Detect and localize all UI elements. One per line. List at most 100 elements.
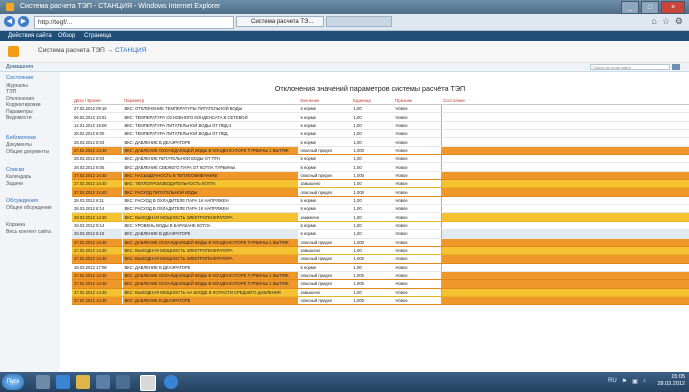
table-row[interactable]: 28.03.2012 8:14 ВКС: РАСХОД В ОХЛАДИТЕЛЕ … <box>72 204 689 214</box>
app-icon[interactable] <box>116 375 130 389</box>
table-cell[interactable]: ВКС: ВЫХОДНАЯ МОЩНОСТЬ ЭЛЕКТРОГЕНЕРАТОРА <box>122 254 299 264</box>
sidebar-item[interactable]: Календарь <box>6 174 31 180</box>
sidebar-item[interactable]: Общее обсуждение <box>6 205 52 211</box>
table-cell[interactable]: ВКС: ДАВЛЕНИЕ В ДЕАЭРАТОРЕ <box>122 263 299 272</box>
sidebar-heading[interactable]: Обсуждения <box>6 198 38 204</box>
maximize-button[interactable]: □ <box>641 1 659 14</box>
table-row[interactable]: 27.02.2012 14:40 ВКС: ДАВЛЕНИЕ ОХЛАЖДАЮЩЕ… <box>72 271 689 281</box>
table-row[interactable]: 27.02.2012 14:40 ВКС: ВЫХОДНАЯ МОЩНОСТЬ Э… <box>72 254 689 264</box>
browser-tab-active[interactable]: Система расчета ТЭ... <box>236 16 324 27</box>
table-row[interactable]: 27.02.2012 14:40 ВКС: ДАВЛЕНИЕ ОХЛАЖДАЮЩЕ… <box>72 146 689 156</box>
sidebar-item[interactable]: Ведомости <box>6 115 32 121</box>
ribbon-site-actions[interactable]: Действия сайта <box>8 31 52 41</box>
table-row[interactable]: 27.02.2012 14:40 ВКС: ТЕПЛОПРОИЗВОДИТЕЛЬН… <box>72 179 689 189</box>
home-icon[interactable]: ⌂ <box>651 16 656 27</box>
table-cell[interactable]: ВКС: ДАВЛЕНИЕ ОХЛАЖДАЮЩЕЙ ВОДЫ В КОНДЕНС… <box>122 279 299 289</box>
table-row[interactable]: 27.02.2012 14:40 ВКС: ДАВЛЕНИЕ В ДЕАЭРАТО… <box>72 296 689 306</box>
sidebar-heading[interactable]: Библиотеки <box>6 135 36 141</box>
table-row[interactable]: 27.02.2012 14:40 ВКС: ВЫХОДНАЯ МОЩНОСТЬ Э… <box>72 246 689 256</box>
back-icon[interactable]: ◀ <box>4 16 15 27</box>
network-icon[interactable]: ▣ <box>632 378 638 385</box>
table-row[interactable]: 27.02.2012 14:40 ВКС: ВЫХОДНАЯ МОЩНОСТЬ Н… <box>72 288 689 297</box>
explorer-icon[interactable] <box>76 375 90 389</box>
browser-tab-new[interactable] <box>326 16 392 27</box>
column-header[interactable]: Состояние <box>441 97 689 105</box>
sidebar-heading[interactable]: Списки <box>6 167 24 173</box>
sidebar-item[interactable]: Корректировки <box>6 102 41 108</box>
table-row[interactable]: 28.03.2012 8:03 ВКС: ДАВЛЕНИЕ ПИТАТЕЛЬНОЙ… <box>72 154 689 164</box>
clock[interactable]: 15:05 28.03.2012 <box>657 374 685 388</box>
table-cell[interactable]: ВКС: ВЫХОДНАЯ МОЩНОСТЬ НА ВХОДЕ В ЛОПАСТ… <box>122 288 299 297</box>
close-button[interactable]: × <box>661 1 685 14</box>
sidebar-item[interactable]: Задачи <box>6 181 23 187</box>
column-header[interactable]: Дата / Время <box>72 97 122 105</box>
search-input[interactable]: Поиск на этом сайте <box>590 64 670 70</box>
sidebar-item[interactable]: Весь контент сайта <box>6 229 51 235</box>
url-input[interactable]: http://tegf/... <box>34 16 234 29</box>
table-cell[interactable]: ВКС: ДАВЛЕНИЕ ПИТАТЕЛЬНОЙ ВОДЫ ОТ ПТН <box>122 154 299 164</box>
minimize-button[interactable]: _ <box>621 1 639 14</box>
table-cell[interactable]: ВКС: ТЕМПЕРАТУРА ПИТАТЕЛЬНОЙ ВОДЫ ОТ ПВД… <box>122 121 299 131</box>
table-cell[interactable]: ВКС: ДАВЛЕНИЕ ОХЛАЖДАЮЩЕЙ ВОДЫ В КОНДЕНС… <box>122 271 299 281</box>
table-row[interactable]: 28.03.2012 8:14 ВКС: УРОВЕНЬ ВОДЫ В БАРАБ… <box>72 221 689 231</box>
table-cell[interactable]: ВКС: ТЕПЛОПРОИЗВОДИТЕЛЬНОСТЬ КОТЛА <box>122 179 299 189</box>
save-icon[interactable] <box>96 375 110 389</box>
column-header[interactable]: Единица <box>351 97 393 105</box>
column-header[interactable]: Параметр <box>122 97 298 105</box>
breadcrumb-site[interactable]: Система расчета ТЭП <box>38 47 105 54</box>
table-row[interactable]: 27.02.2012 14:40 ВКС: РАСХОД ПИТАТЕЛЬНОЙ … <box>72 187 689 197</box>
table-row[interactable]: 27.02.2012 09:16 ВКС: ОТКЛОНЕНИЕ ТЕМПЕРАТ… <box>72 104 689 114</box>
table-cell[interactable]: ВКС: ТЕМПЕРАТУРА ОСНОВНОГО КОНДЕНСАТА В … <box>122 112 299 122</box>
table-row[interactable]: 06.02.2012 10:51 ВКС: ТЕМПЕРАТУРА ОСНОВНО… <box>72 112 689 122</box>
table-row[interactable]: 27.02.2012 14:40 ВКС: ДАВЛЕНИЕ ОХЛАЖДАЮЩЕ… <box>72 279 689 289</box>
sidebar-item[interactable]: Корзина <box>6 222 25 228</box>
forward-icon[interactable]: ▶ <box>18 16 29 27</box>
table-row[interactable]: 28.03.2012 8:05 ВКС: ДАВЛЕНИЕ СВЕЖЕГО ПАР… <box>72 162 689 172</box>
table-cell[interactable]: ВКС: РАСХОД В ОХЛАДИТЕЛЕ ПАРА 1К НАПРЯЖЕ… <box>122 204 299 214</box>
table-cell[interactable]: ВКС: ДАВЛЕНИЕ СВЕЖЕГО ПАРА ОТ КОТЛА ТУРБ… <box>122 162 299 172</box>
column-header[interactable]: Признак <box>393 97 441 105</box>
table-row[interactable]: 28.03.2012 8:03 ВКС: ДАВЛЕНИЕ В ДЕАЭРАТОР… <box>72 137 689 147</box>
table-cell[interactable]: ВКС: УРОВЕНЬ ВОДЫ В БАРАБАНЕ КОТЛА <box>122 221 299 231</box>
table-row[interactable]: 12.01.2012 19:08 ВКС: ТЕМПЕРАТУРА ПИТАТЕЛ… <box>72 121 689 131</box>
table-cell[interactable]: ВКС: ДАВЛЕНИЕ В ДЕАЭРАТОРЕ <box>122 229 299 239</box>
table-row[interactable]: 28.03.2012 17:08 ВКС: ДАВЛЕНИЕ В ДЕАЭРАТО… <box>72 263 689 272</box>
table-row[interactable]: 27.02.2012 14:40 ВКС: ДАВЛЕНИЕ ОХЛАЖДАЮЩЕ… <box>72 238 689 247</box>
ribbon-page[interactable]: Страница <box>84 31 111 41</box>
table-row[interactable]: 28.02.2012 8:00 ВКС: ТЕМПЕРАТУРА ПИТАТЕЛЬ… <box>72 129 689 139</box>
powershell-icon[interactable] <box>56 375 70 389</box>
table-cell: 27.02.2012 14:40 <box>72 238 123 247</box>
table-cell[interactable]: ВКС: ВЫХОДНАЯ МОЩНОСТЬ ЭЛЕКТРОГЕНЕРАТОРА <box>122 212 299 222</box>
table-cell[interactable]: ВКС: ДАВЛЕНИЕ В ДЕАЭРАТОРЕ <box>122 296 299 306</box>
table-cell[interactable]: ВКС: ДАВЛЕНИЕ В ДЕАЭРАТОРЕ <box>122 137 299 147</box>
chrome-icon[interactable] <box>164 375 178 389</box>
table-row[interactable]: 28.03.2012 8:15 ВКС: ДАВЛЕНИЕ В ДЕАЭРАТОР… <box>72 229 689 239</box>
volume-icon[interactable]: ♪ <box>643 378 646 385</box>
table-cell[interactable]: ВКС: РАСХОД ПИТАТЕЛЬНОЙ ВОДЫ <box>122 187 299 197</box>
table-cell[interactable]: ВКС: ТЕМПЕРАТУРА ПИТАТЕЛЬНОЙ ВОДЫ ОТ ПВД <box>122 129 299 139</box>
server-manager-icon[interactable] <box>36 375 50 389</box>
table-row[interactable]: 27.02.2012 14:40 ВКС: НАСЫЩЕННОСТЬ В ТЕПЛ… <box>72 171 689 181</box>
flag-icon[interactable]: ⚑ <box>622 378 627 385</box>
table-cell[interactable]: ВКС: ОТКЛОНЕНИЕ ТЕМПЕРАТУРЫ ПИТАТЕЛЬНОЙ … <box>122 104 299 114</box>
table-cell[interactable]: ВКС: НАСЫЩЕННОСТЬ В ТЕПЛООБМЕННИКЕ <box>122 171 299 181</box>
table-cell[interactable]: ВКС: ДАВЛЕНИЕ ОХЛАЖДАЮЩЕЙ ВОДЫ В КОНДЕНС… <box>122 146 299 156</box>
sidebar-item[interactable]: ТЭП <box>6 89 16 95</box>
star-icon[interactable]: ☆ <box>662 16 670 27</box>
column-header[interactable]: Значение <box>298 97 351 105</box>
table-cell[interactable]: ВКС: РАСХОД В ОХЛАДИТЕЛЕ ПАРА 1К НАПРЯЖЕ… <box>122 196 299 206</box>
sidebar-item[interactable]: Документы <box>6 142 32 148</box>
language-indicator[interactable]: RU <box>608 378 617 385</box>
sidebar-heading[interactable]: Состояние <box>6 75 33 81</box>
search-button[interactable] <box>672 64 680 70</box>
ribbon-browse[interactable]: Обзор <box>58 31 75 41</box>
nav-home-link[interactable]: Домашняя <box>6 63 33 71</box>
table-cell[interactable]: ВКС: ВЫХОДНАЯ МОЩНОСТЬ ЭЛЕКТРОГЕНЕРАТОРА <box>122 246 299 256</box>
ie-taskbar-icon[interactable] <box>140 375 156 391</box>
table-row[interactable]: 28.03.2012 8:11 ВКС: РАСХОД В ОХЛАДИТЕЛЕ … <box>72 196 689 206</box>
sidebar-item[interactable]: Общие документы <box>6 149 49 155</box>
table-row[interactable]: 28.03.2012 14:40 ВКС: ВЫХОДНАЯ МОЩНОСТЬ Э… <box>72 212 689 222</box>
start-button[interactable]: Пуск <box>2 374 24 390</box>
table-cell[interactable]: ВКС: ДАВЛЕНИЕ ОХЛАЖДАЮЩЕЙ ВОДЫ В КОНДЕНС… <box>122 238 299 247</box>
gear-icon[interactable]: ⚙ <box>675 16 683 27</box>
